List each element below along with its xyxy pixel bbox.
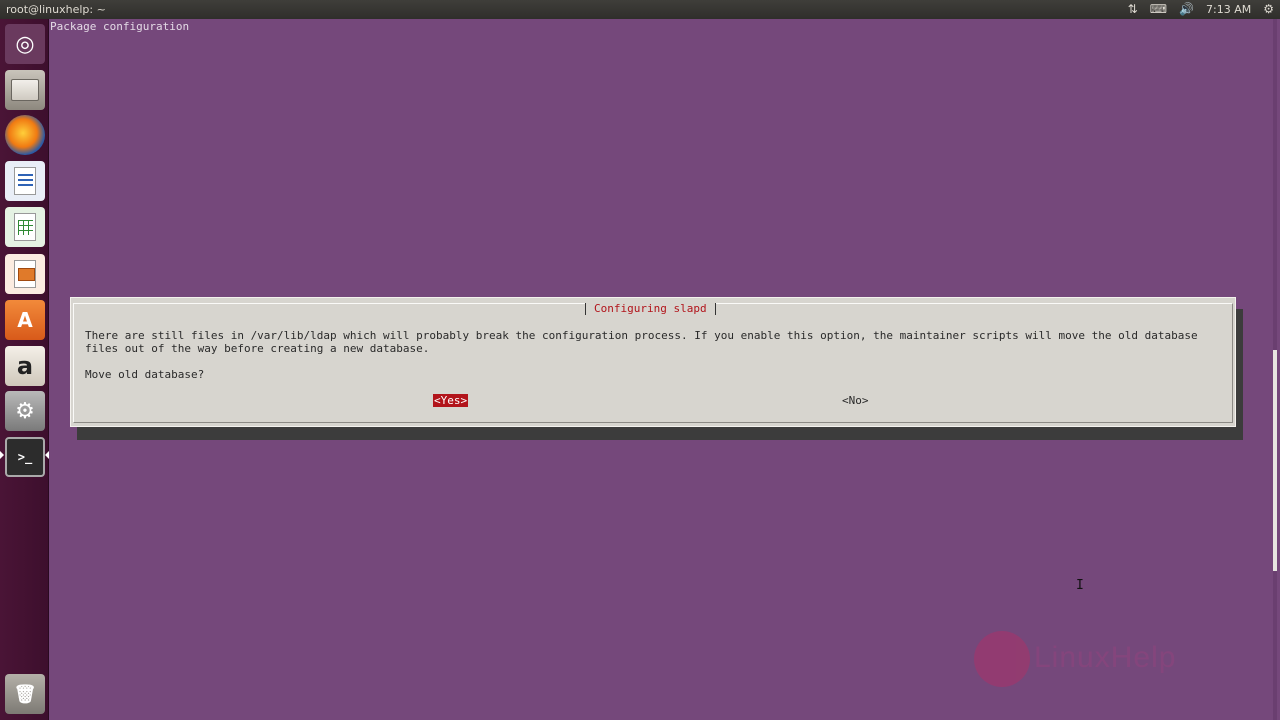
system-settings-icon[interactable]: ⚙ [5,391,45,431]
no-button[interactable]: <No> [841,394,870,407]
files-icon[interactable] [5,70,45,110]
dialog-frame: Configuring slapd There are still files … [73,303,1233,423]
libreoffice-writer-icon[interactable] [5,161,45,201]
yes-button[interactable]: <Yes> [433,394,469,407]
watermark-text: LinuxHelp [1034,641,1177,674]
dash-home-icon[interactable]: ◎ [5,24,45,64]
scrollbar-thumb[interactable] [1273,350,1277,571]
trash-icon[interactable]: 🗑 [5,674,45,714]
active-indicator-left [0,451,4,459]
ubuntu-software-icon[interactable]: A [5,300,45,340]
dialog-question: Move old database? [85,368,205,381]
gear-icon[interactable]: ⚙ [1263,0,1274,19]
terminal-window[interactable]: Package configuration Configuring slapd … [49,19,1280,720]
linuxhelp-watermark: LinuxHelp [974,627,1234,687]
libreoffice-calc-icon[interactable] [5,207,45,247]
clock[interactable]: 7:13 AM [1206,3,1251,16]
top-panel: root@linuxhelp: ~ ⇅ ⌨ 🔊 7:13 AM ⚙ [0,0,1280,19]
keyboard-icon[interactable]: ⌨ [1150,0,1167,19]
window-title: root@linuxhelp: ~ [6,3,106,16]
linuxhelp-logo-icon [974,631,1030,687]
text-cursor-icon: I [1076,578,1084,593]
dialog-message-line2: files out of the way before creating a n… [85,342,430,355]
network-icon[interactable]: ⇅ [1128,0,1138,19]
dialog-message-line1: There are still files in /var/lib/ldap w… [85,329,1198,342]
terminal-icon[interactable]: >_ [5,437,45,477]
amazon-icon[interactable]: a [5,346,45,386]
dialog-title: Configuring slapd [585,303,716,315]
configuration-dialog: Configuring slapd There are still files … [70,297,1236,427]
libreoffice-impress-icon[interactable] [5,254,45,294]
firefox-icon[interactable] [5,115,45,155]
launcher: ◎ A a ⚙ >_ 🗑 [0,19,49,720]
volume-icon[interactable]: 🔊 [1179,0,1194,19]
package-configuration-header: Package configuration [50,20,190,33]
scrollbar[interactable] [1273,19,1277,720]
system-tray: ⇅ ⌨ 🔊 7:13 AM ⚙ [1128,0,1274,19]
